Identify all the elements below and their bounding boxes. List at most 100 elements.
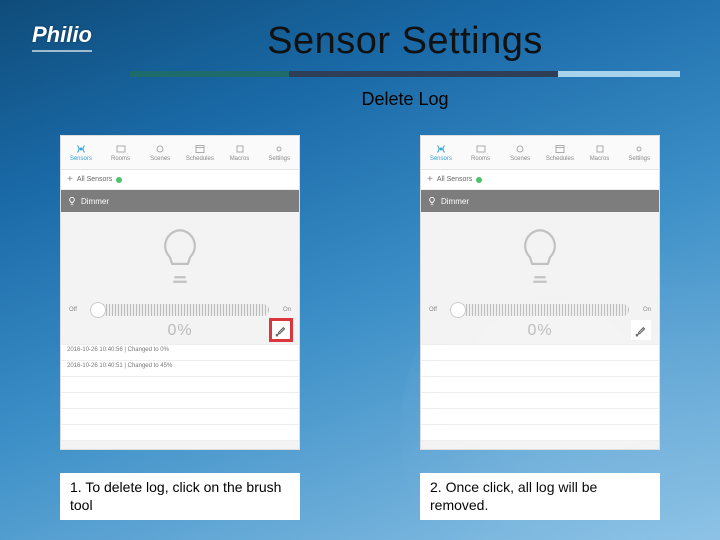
percent-row: 0% [61, 320, 299, 344]
brush-button[interactable] [271, 320, 291, 340]
tab-label: Scenes [510, 156, 530, 162]
rooms-icon [115, 143, 127, 155]
log-row [61, 409, 299, 425]
log-row [61, 377, 299, 393]
tab-label: Rooms [471, 156, 490, 162]
tab-label: Scenes [150, 156, 170, 162]
slider-track[interactable] [91, 304, 269, 316]
scenes-icon [514, 143, 526, 155]
log-row [421, 409, 659, 425]
logo-underline [32, 50, 92, 52]
brush-icon [274, 323, 288, 337]
title-block: Sensor Settings Delete Log [130, 20, 680, 110]
tab-sensors[interactable]: Sensors [421, 136, 461, 169]
log-list: 2016-10-26 10:40:56 | Changed to 0% 2016… [61, 344, 299, 441]
brush-icon [634, 323, 648, 337]
caption-1: 1. To delete log, click on the brush too… [60, 473, 300, 520]
device-name: Dimmer [81, 197, 109, 206]
tab-settings[interactable]: Settings [619, 136, 659, 169]
breadcrumb-text: All Sensors [77, 176, 112, 183]
slider-thumb[interactable] [90, 302, 106, 318]
log-row [421, 345, 659, 361]
log-list [421, 344, 659, 441]
page-title: Sensor Settings [130, 20, 680, 63]
status-dot [476, 177, 482, 183]
caption-2: 2. Once click, all log will be removed. [420, 473, 660, 520]
percent-value: 0% [167, 322, 192, 340]
tab-scenes[interactable]: Scenes [140, 136, 180, 169]
log-row [421, 377, 659, 393]
dimmer-slider[interactable]: Off On [421, 300, 659, 320]
bulb-icon [67, 196, 77, 206]
logo: Philio [32, 22, 92, 52]
log-row: 2016-10-26 10:40:56 | Changed to 0% [61, 345, 299, 361]
tab-label: Macros [230, 156, 250, 162]
macros-icon [594, 143, 606, 155]
slider-track[interactable] [451, 304, 629, 316]
tab-label: Settings [628, 156, 650, 162]
bulb-icon [427, 196, 437, 206]
lightbulb-icon [157, 228, 203, 284]
tab-sensors[interactable]: Sensors [61, 136, 101, 169]
device-name: Dimmer [441, 197, 469, 206]
log-row [61, 425, 299, 441]
device-header[interactable]: Dimmer [61, 190, 299, 212]
tab-rooms[interactable]: Rooms [101, 136, 141, 169]
slider-on-label: On [273, 307, 291, 313]
caption-row: 1. To delete log, click on the brush too… [60, 473, 660, 520]
add-icon[interactable]: + [427, 174, 433, 185]
tab-label: Sensors [70, 156, 92, 162]
title-rule [130, 71, 680, 77]
log-row [421, 361, 659, 377]
tab-schedules[interactable]: Schedules [540, 136, 580, 169]
breadcrumb-text: All Sensors [437, 176, 472, 183]
antenna-icon [75, 143, 87, 155]
percent-value: 0% [527, 322, 552, 340]
device-illustration [61, 212, 299, 300]
brush-button[interactable] [631, 320, 651, 340]
calendar-icon [554, 143, 566, 155]
app-tabbar: Sensors Rooms Scenes Schedules Macros Se… [61, 136, 299, 170]
log-row: 2016-10-26 10:40:51 | Changed to 45% [61, 361, 299, 377]
log-row [421, 425, 659, 441]
tab-rooms[interactable]: Rooms [461, 136, 501, 169]
breadcrumb[interactable]: + All Sensors [421, 170, 659, 190]
slider-off-label: Off [69, 307, 87, 313]
screenshot-after: Sensors Rooms Scenes Schedules Macros Se… [420, 135, 660, 450]
rooms-icon [475, 143, 487, 155]
gear-icon [273, 143, 285, 155]
tab-macros[interactable]: Macros [220, 136, 260, 169]
tab-settings[interactable]: Settings [259, 136, 299, 169]
tab-label: Macros [590, 156, 610, 162]
slide: Philio Sensor Settings Delete Log Sensor… [0, 0, 720, 540]
percent-row: 0% [421, 320, 659, 344]
lightbulb-icon [517, 228, 563, 284]
log-row [61, 393, 299, 409]
macros-icon [234, 143, 246, 155]
logo-text: Philio [32, 22, 92, 47]
add-icon[interactable]: + [67, 174, 73, 185]
slider-thumb[interactable] [450, 302, 466, 318]
page-subtitle: Delete Log [130, 89, 680, 110]
device-header[interactable]: Dimmer [421, 190, 659, 212]
antenna-icon [435, 143, 447, 155]
screenshots-row: Sensors Rooms Scenes Schedules Macros Se… [60, 135, 660, 450]
tab-label: Rooms [111, 156, 130, 162]
tab-label: Sensors [430, 156, 452, 162]
app-tabbar: Sensors Rooms Scenes Schedules Macros Se… [421, 136, 659, 170]
screenshot-before: Sensors Rooms Scenes Schedules Macros Se… [60, 135, 300, 450]
breadcrumb[interactable]: + All Sensors [61, 170, 299, 190]
tab-label: Settings [268, 156, 290, 162]
tab-schedules[interactable]: Schedules [180, 136, 220, 169]
tab-label: Schedules [186, 156, 214, 162]
tab-scenes[interactable]: Scenes [500, 136, 540, 169]
status-dot [116, 177, 122, 183]
dimmer-slider[interactable]: Off On [61, 300, 299, 320]
tab-macros[interactable]: Macros [580, 136, 620, 169]
slider-on-label: On [633, 307, 651, 313]
calendar-icon [194, 143, 206, 155]
log-row [421, 393, 659, 409]
gear-icon [633, 143, 645, 155]
device-illustration [421, 212, 659, 300]
slider-off-label: Off [429, 307, 447, 313]
